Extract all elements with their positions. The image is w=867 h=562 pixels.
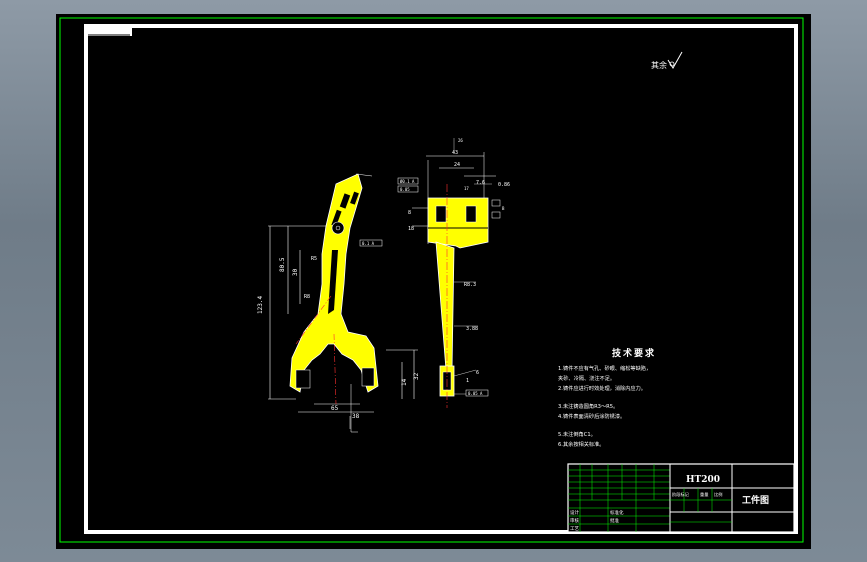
svg-text:1: 1 (466, 378, 469, 384)
tech-req-line: 3.未注铸造圆角R3～R5。 (558, 402, 618, 410)
tech-req-title: 技术要求 (612, 347, 656, 359)
material-text: HT200 (686, 475, 720, 485)
drawing-canvas: 其余 123.4 80.5 30 65 38 32 14 0.1 A R5 R8… (59, 17, 804, 543)
svg-text:R8: R8 (304, 294, 310, 300)
title-row-label: 审核 (570, 517, 579, 524)
tech-req-line: 4.铸件表面清砂后涂防锈漆。 (558, 412, 625, 420)
svg-text:8: 8 (408, 210, 411, 216)
svg-text:30: 30 (292, 268, 299, 276)
svg-text:0.05 A: 0.05 A (468, 391, 483, 396)
tech-req-line: 6.其余按相关标准。 (558, 440, 604, 448)
svg-text:80.5: 80.5 (279, 257, 286, 272)
roughness-prefix: 其余 (651, 60, 667, 70)
svg-text:3.88: 3.88 (466, 326, 478, 332)
svg-text:Ø0.1 A: Ø0.1 A (400, 179, 415, 184)
svg-text:6: 6 (476, 370, 479, 376)
svg-text:0.86: 0.86 (498, 182, 510, 188)
title-scale-label: 比例 (714, 491, 722, 498)
title-row-label: 工艺 (570, 526, 579, 532)
title-row-label: 设计 (570, 509, 579, 516)
svg-text:32: 32 (413, 372, 420, 380)
roughness-check-icon (667, 51, 683, 69)
svg-text:26: 26 (458, 138, 463, 143)
title-block: HT200 工件图 设计 审核 工艺 标准化 批准 阶段标记 重量 比例 (567, 463, 795, 533)
svg-text:14: 14 (401, 378, 408, 386)
svg-text:38: 38 (352, 413, 360, 420)
outer-frame (59, 17, 804, 543)
title-header-label: 批准 (610, 517, 619, 524)
title-scale-label: 重量 (700, 491, 708, 498)
tech-req-line: 5.未注倒角C1。 (558, 430, 596, 438)
svg-text:18: 18 (408, 226, 414, 232)
svg-text:0.1 A: 0.1 A (362, 241, 375, 246)
svg-text:R5: R5 (311, 256, 317, 262)
svg-text:43: 43 (452, 150, 458, 156)
title-scale-label: 阶段标记 (672, 491, 690, 498)
drawing-name-text: 工件图 (742, 494, 769, 506)
cad-viewport[interactable]: 其余 123.4 80.5 30 65 38 32 14 0.1 A R5 R8… (56, 14, 811, 549)
technical-requirements: 技术要求 1.铸件不应有气孔、砂眼、缩松等缺陷， 夹砂、冷隔、浇注不足。 2.铸… (558, 347, 656, 448)
svg-text:R8.3: R8.3 (464, 282, 476, 288)
svg-text:17: 17 (464, 186, 469, 191)
svg-text:7.6: 7.6 (476, 180, 485, 186)
title-header-label: 标准化 (610, 509, 624, 516)
tech-req-line: 夹砂、冷隔、浇注不足。 (558, 374, 615, 382)
tech-req-line: 2.铸件应进行时效处理，消除内应力。 (558, 384, 646, 392)
svg-text:123.4: 123.4 (257, 296, 264, 314)
svg-text:65: 65 (331, 405, 339, 412)
tech-req-line: 1.铸件不应有气孔、砂眼、缩松等缺陷， (558, 364, 651, 372)
svg-text:B: B (502, 206, 505, 211)
svg-text:0.05: 0.05 (400, 187, 410, 192)
front-view[interactable]: 123.4 80.5 30 65 38 32 14 0.1 A R5 R8 (257, 173, 420, 433)
side-view[interactable]: 43 24 26 7.6 0.86 17 Ø0.1 A 0.05 8 18 B … (397, 138, 510, 408)
svg-text:24: 24 (454, 162, 460, 168)
